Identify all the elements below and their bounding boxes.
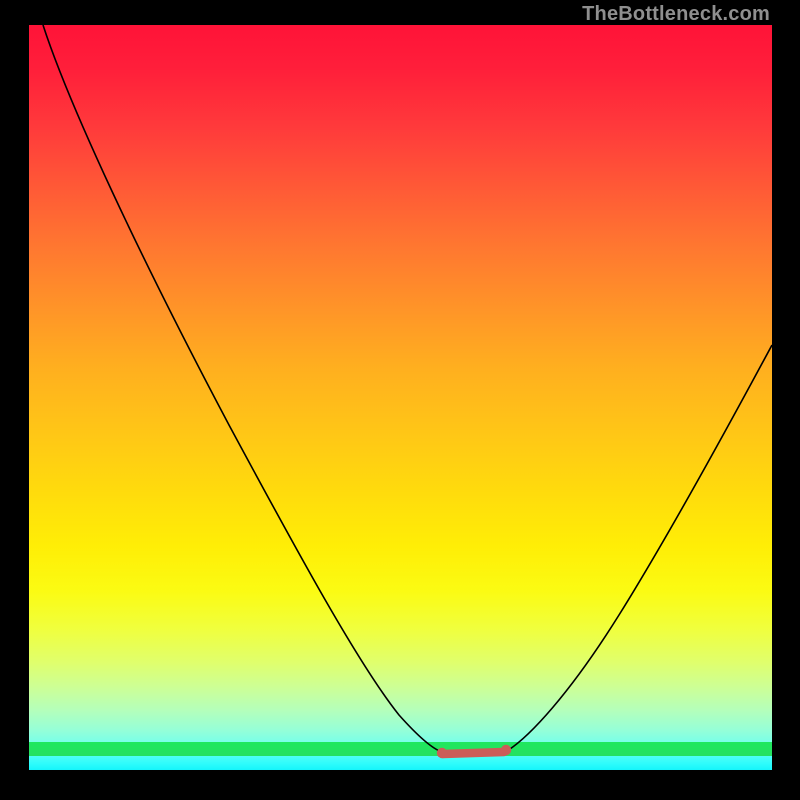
chart-frame: TheBottleneck.com — [0, 0, 800, 800]
plot-area — [29, 25, 772, 770]
curve-layer — [29, 25, 772, 770]
valley-left-dot — [437, 748, 447, 758]
curve-right-branch — [507, 345, 772, 751]
valley-right-dot — [501, 745, 511, 755]
watermark-text: TheBottleneck.com — [582, 3, 770, 26]
valley-highlight-segment — [443, 752, 504, 754]
curve-left-branch — [43, 25, 442, 752]
